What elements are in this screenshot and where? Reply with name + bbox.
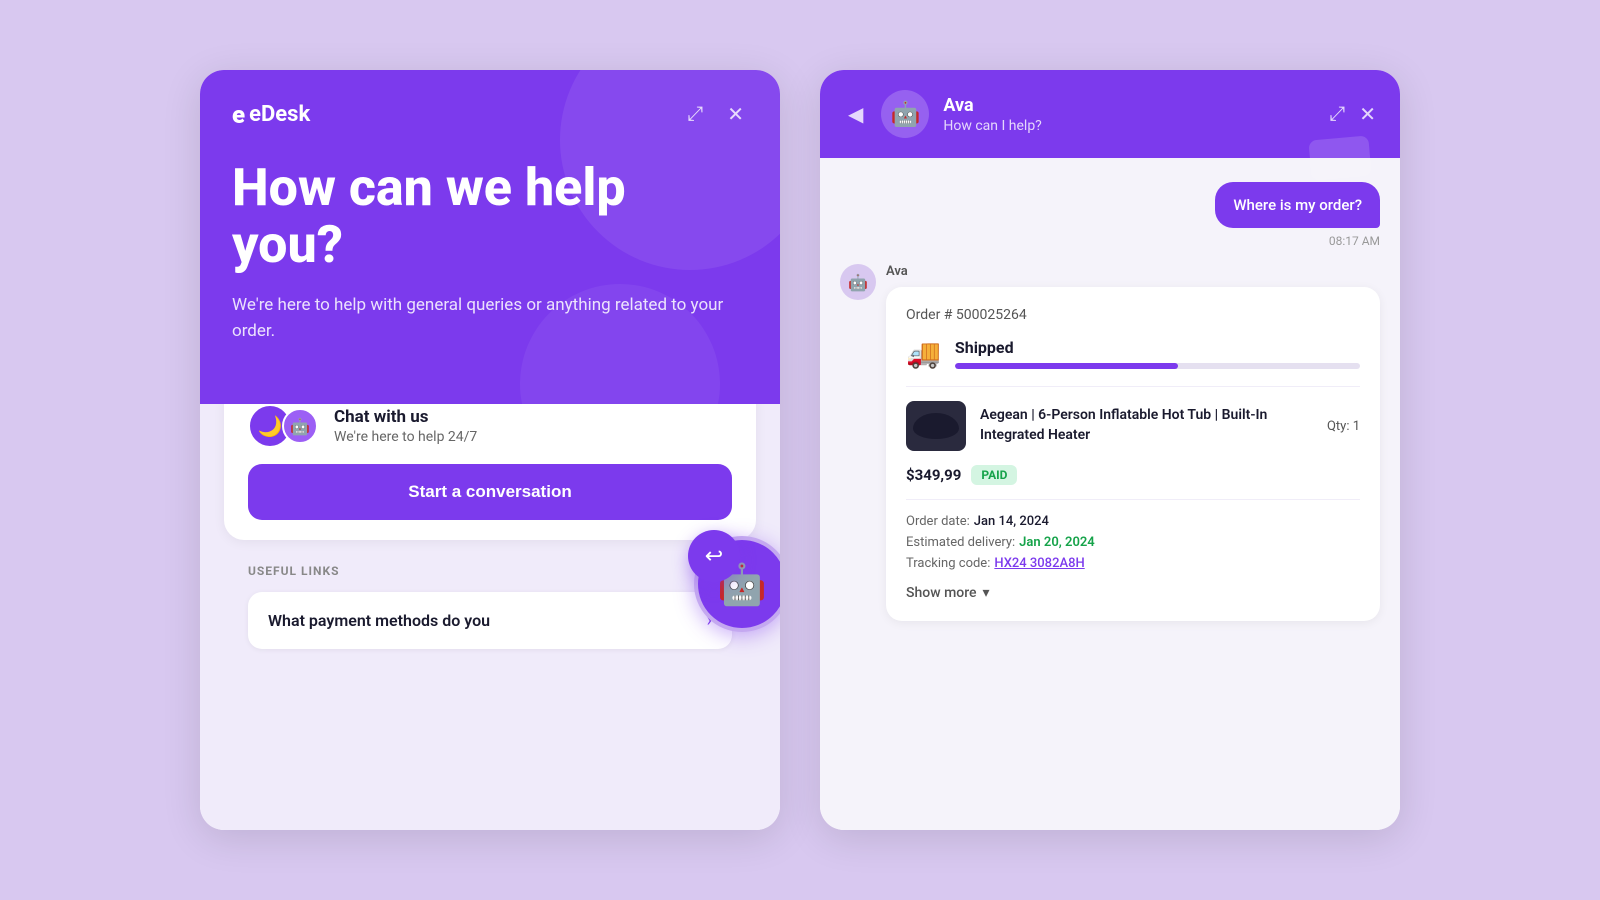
user-message: Where is my order? 08:17 AM: [840, 182, 1380, 248]
left-header: e eDesk ⤢ ✕ How can we help you? We're h…: [200, 70, 780, 404]
bot-message: 🤖 Ava Order # 500025264 🚚 Shipped: [840, 264, 1380, 621]
product-image: [906, 401, 966, 451]
header-actions: ⤢ ✕: [683, 98, 748, 131]
order-divider: [906, 386, 1360, 387]
truck-icon: 🚚: [906, 337, 941, 370]
order-card: Order # 500025264 🚚 Shipped: [886, 287, 1380, 621]
chat-option-title: Chat with us: [334, 407, 477, 427]
product-name: Aegean | 6-Person Inflatable Hot Tub | B…: [980, 406, 1313, 445]
logo-e: e: [232, 101, 245, 129]
order-date-label: Order date:: [906, 514, 970, 529]
order-number: Order # 500025264: [906, 307, 1360, 323]
paid-badge: PAID: [971, 465, 1017, 485]
product-img-shape: [913, 413, 959, 439]
chat-close-icon: ✕: [1359, 104, 1376, 126]
bot-avatar-small: 🤖: [840, 264, 876, 300]
message-timestamp: 08:17 AM: [1329, 234, 1380, 248]
order-date-row: Order date: Jan 14, 2024: [906, 514, 1360, 529]
logo-text: eDesk: [249, 102, 310, 127]
bot-name: Ava: [943, 95, 1315, 116]
delivery-value: Jan 20, 2024: [1019, 535, 1095, 550]
product-row: Aegean | 6-Person Inflatable Hot Tub | B…: [906, 401, 1360, 451]
bot-sender-name: Ava: [886, 264, 1380, 279]
user-message-bubble: Where is my order?: [1215, 182, 1380, 228]
product-meta: $349,99 PAID: [906, 465, 1360, 485]
order-status-row: 🚚 Shipped: [906, 337, 1360, 370]
expand-icon: ⤢: [687, 103, 703, 125]
order-status-info: Shipped: [955, 338, 1360, 369]
close-icon: ✕: [727, 104, 744, 126]
useful-link-item[interactable]: What payment methods do you ›: [248, 592, 732, 649]
chat-header-actions: ⤢ ✕: [1329, 102, 1376, 127]
close-button[interactable]: ✕: [723, 98, 748, 131]
chat-close-button[interactable]: ✕: [1359, 102, 1376, 127]
floating-check-icon: ↩: [688, 530, 740, 582]
back-button[interactable]: ◀: [844, 98, 867, 131]
order-divider-2: [906, 499, 1360, 500]
chat-expand-button[interactable]: ⤢: [1329, 102, 1345, 127]
avatar-2: 🤖: [282, 408, 318, 444]
chat-header: ◀ 🤖 Ava How can I help? ⤢ ✕: [820, 70, 1400, 158]
show-more-text: Show more: [906, 585, 977, 601]
expand-button[interactable]: ⤢: [683, 99, 707, 130]
progress-bar: [955, 363, 1360, 369]
bot-message-content: Ava Order # 500025264 🚚 Shipped: [886, 264, 1380, 621]
edesk-logo: e eDesk: [232, 101, 310, 129]
useful-links-title: USEFUL LINKS: [248, 564, 732, 578]
left-widget: e eDesk ⤢ ✕ How can we help you? We're h…: [200, 70, 780, 830]
chat-option: 🌙 🤖 Chat with us We're here to help 24/7: [248, 404, 732, 448]
order-status-text: Shipped: [955, 338, 1360, 357]
chat-text: Chat with us We're here to help 24/7: [334, 407, 477, 445]
main-title: How can we help you?: [232, 159, 748, 273]
product-info: Aegean | 6-Person Inflatable Hot Tub | B…: [980, 406, 1313, 445]
product-price: $349,99: [906, 466, 961, 484]
chat-option-desc: We're here to help 24/7: [334, 429, 477, 445]
user-message-text: Where is my order?: [1233, 196, 1362, 214]
header-decoration: [1308, 135, 1371, 180]
show-more-row[interactable]: Show more ▾: [906, 585, 1360, 601]
link-item-text: What payment methods do you: [268, 611, 490, 630]
header-top: e eDesk ⤢ ✕: [232, 98, 748, 131]
left-body: 🌙 🤖 Chat with us We're here to help 24/7…: [200, 404, 780, 830]
delivery-label: Estimated delivery:: [906, 535, 1015, 550]
bot-status: How can I help?: [943, 118, 1315, 134]
subtitle: We're here to help with general queries …: [232, 293, 748, 344]
back-icon: ◀: [848, 104, 863, 126]
bot-avatar: 🤖: [881, 90, 929, 138]
product-qty: Qty: 1: [1327, 419, 1360, 434]
chevron-down-icon: ▾: [983, 585, 990, 601]
tracking-label: Tracking code:: [906, 556, 990, 571]
progress-fill: [955, 363, 1178, 369]
useful-links-section: USEFUL LINKS What payment methods do you…: [224, 540, 756, 665]
order-date-value: Jan 14, 2024: [974, 514, 1049, 529]
chat-messages: Where is my order? 08:17 AM 🤖 Ava Order …: [820, 158, 1400, 830]
chat-avatars: 🌙 🤖: [248, 404, 318, 448]
tracking-value[interactable]: HX24 3082A8H: [994, 556, 1084, 571]
chat-card: 🌙 🤖 Chat with us We're here to help 24/7…: [224, 404, 756, 540]
start-conversation-button[interactable]: Start a conversation: [248, 464, 732, 520]
delivery-row: Estimated delivery: Jan 20, 2024: [906, 535, 1360, 550]
bot-info: Ava How can I help?: [943, 95, 1315, 134]
tracking-row: Tracking code: HX24 3082A8H: [906, 556, 1360, 571]
chat-expand-icon: ⤢: [1329, 103, 1345, 125]
order-details: Order date: Jan 14, 2024 Estimated deliv…: [906, 514, 1360, 571]
right-widget: ◀ 🤖 Ava How can I help? ⤢ ✕ Where is my …: [820, 70, 1400, 830]
